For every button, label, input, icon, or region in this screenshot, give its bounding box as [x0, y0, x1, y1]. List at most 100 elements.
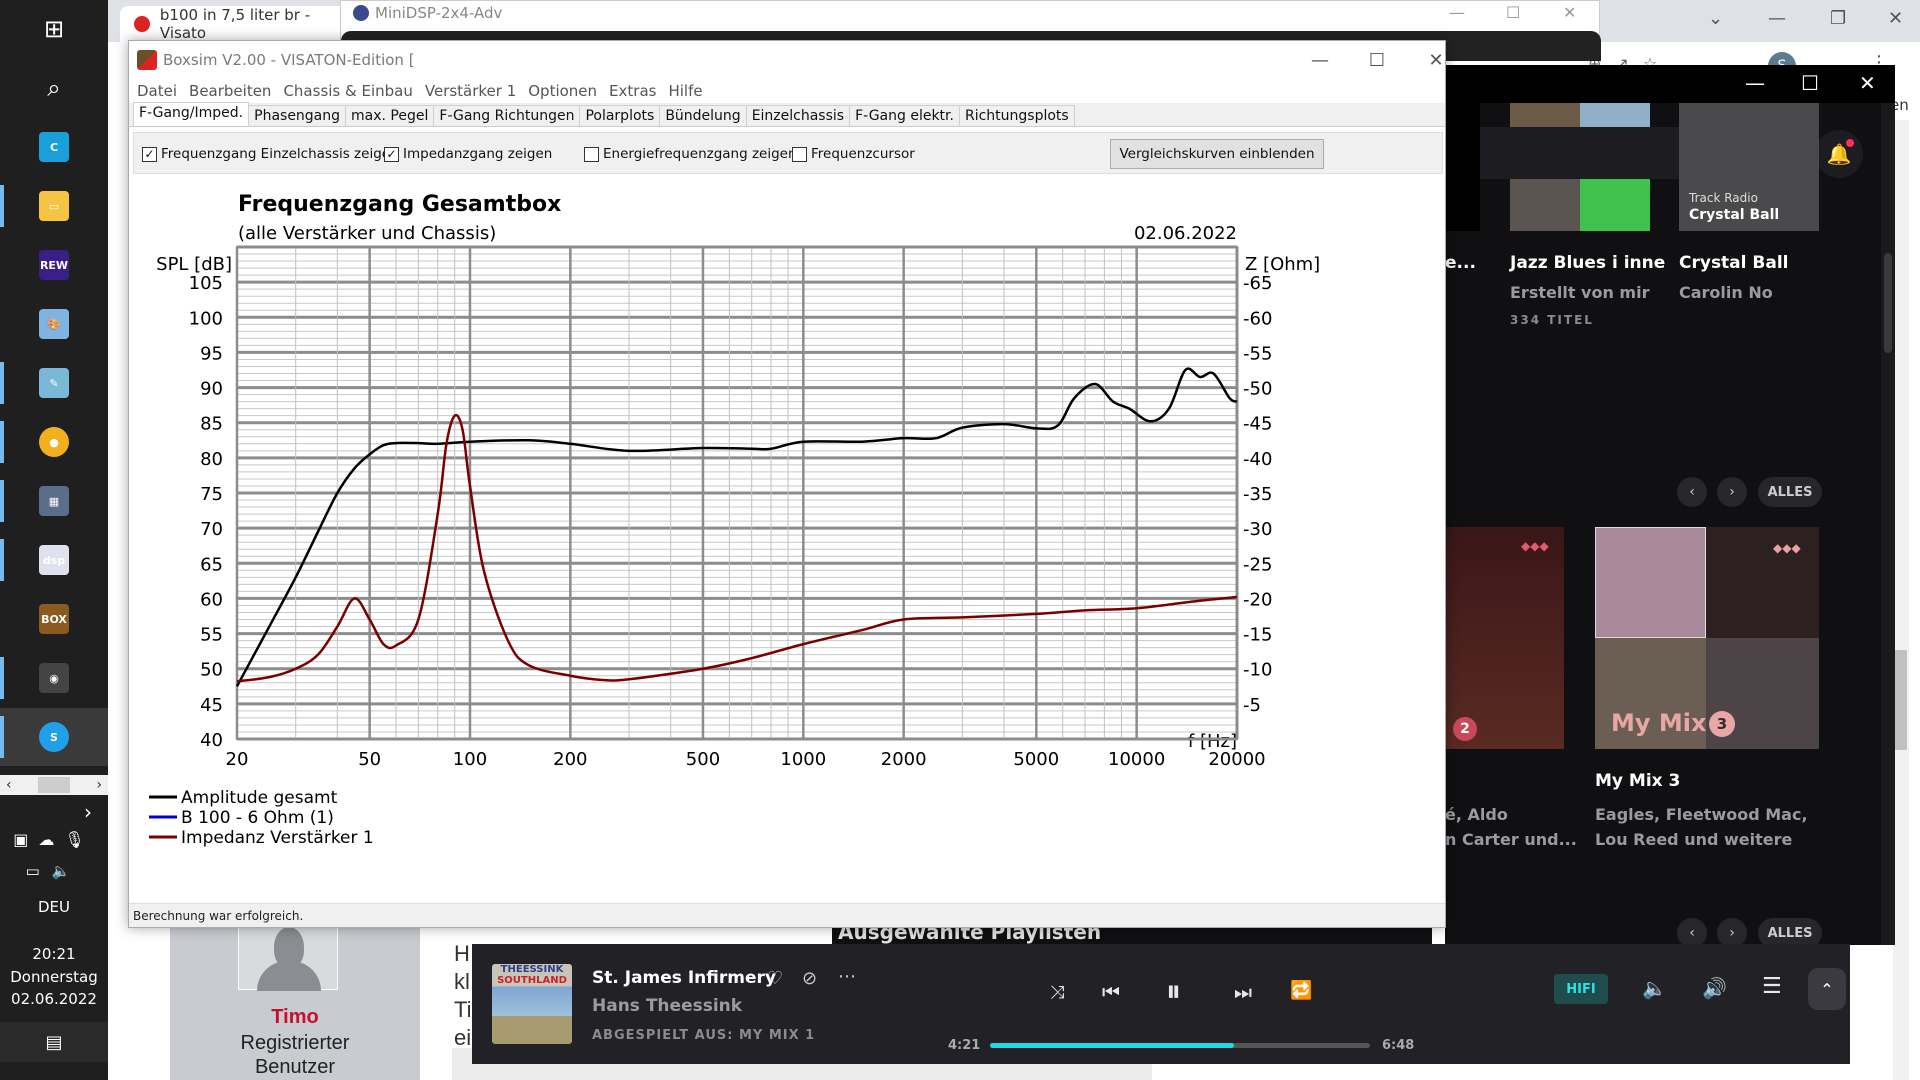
camera-icon[interactable]: ▣ — [13, 830, 38, 849]
clock-weekday[interactable]: Donnerstag — [0, 968, 108, 986]
tab-f-gang-imped-[interactable]: F-Gang/Imped. — [133, 102, 250, 126]
chrome-tab[interactable]: b100 in 7,5 liter br - Visato — [120, 6, 360, 42]
battery-icon[interactable]: ▭ — [26, 862, 52, 880]
minidsp-maximize-icon[interactable]: ☐ — [1506, 3, 1520, 22]
tab-search-icon[interactable]: ⌄ — [1708, 8, 1723, 29]
option-checkbox-0[interactable]: ✓ Frequenzgang Einzelchassis zeigen — [142, 146, 399, 162]
taskbar-app-calculator[interactable]: ▦ — [0, 472, 108, 530]
menu-chassis-einbau[interactable]: Chassis & Einbau — [283, 82, 412, 100]
card-title-my-mix-3[interactable]: My Mix 3 — [1595, 771, 1680, 791]
queue-icon[interactable]: ☰ — [1762, 974, 1782, 999]
tray-icons-row2[interactable]: ▭🔈 — [0, 862, 108, 880]
card-cover-jazz-blues-bottom[interactable] — [1510, 179, 1650, 231]
taskbar-app-chrome[interactable]: ● — [0, 413, 108, 471]
repeat-icon[interactable]: 🔁 — [1290, 980, 1312, 1001]
action-center-icon[interactable]: ▤ — [0, 1022, 108, 1062]
tab-phasengang[interactable]: Phasengang — [248, 105, 347, 126]
scroll-left-icon[interactable]: ‹ — [6, 777, 12, 793]
card-cover-jazz-blues-top[interactable] — [1510, 103, 1650, 127]
tab-richtungsplots[interactable]: Richtungsplots — [958, 105, 1075, 126]
view-all-button[interactable]: ALLES — [1758, 477, 1822, 507]
tab-max-pegel[interactable]: max. Pegel — [345, 105, 435, 126]
microphone-icon[interactable]: 🎙 — [64, 830, 94, 849]
checkbox-unchecked-icon[interactable] — [792, 146, 807, 162]
card-cover-my-mix-2[interactable]: 2 ◆◆◆ — [1445, 527, 1564, 749]
close-icon[interactable]: ✕ — [1888, 8, 1903, 29]
track-artist[interactable]: Hans Theessink — [592, 996, 742, 1016]
taskbar-app-skype[interactable]: S — [0, 708, 108, 766]
onedrive-icon[interactable]: ☁ — [38, 830, 64, 849]
favorite-heart-icon[interactable]: ♡ — [767, 968, 783, 989]
card-subtitle-crystal-ball[interactable]: Carolin No — [1679, 283, 1773, 302]
clock-time[interactable]: 20:21 — [0, 945, 108, 963]
restore-icon[interactable]: ❐ — [1830, 8, 1846, 29]
boxsim-titlebar[interactable]: Boxsim V2.00 - VISATON-Edition [ — [129, 41, 1445, 79]
minimize-icon[interactable]: — — [1768, 8, 1786, 29]
taskbar-app-start[interactable]: ⊞ — [0, 0, 108, 58]
pause-icon[interactable]: ⏸ — [1166, 974, 1181, 1009]
output-device-icon[interactable]: 🔊 — [1702, 976, 1727, 1000]
volume-icon[interactable]: 🔈 — [52, 862, 83, 880]
volume-icon[interactable]: 🔈 — [1642, 976, 1667, 1000]
tab-einzelchassis[interactable]: Einzelchassis — [745, 105, 851, 126]
taskbar-app-minidsp[interactable]: dsp — [0, 531, 108, 589]
taskbar-app-file-explorer[interactable]: ▭ — [0, 177, 108, 235]
scroll-thumb[interactable] — [38, 777, 70, 793]
tidal-titlebar[interactable]: — ☐ ✕ — [1445, 65, 1895, 103]
quality-badge[interactable]: HIFI — [1554, 974, 1608, 1004]
block-icon[interactable]: ⊘ — [802, 968, 817, 989]
notifications-bell-icon[interactable]: 🔔 — [1815, 130, 1863, 178]
option-checkbox-3[interactable]: Frequenzcursor — [792, 146, 915, 162]
progress-bar[interactable] — [990, 1043, 1370, 1048]
forum-username[interactable]: Timo — [170, 1006, 420, 1029]
tidal-scrollbar-thumb[interactable] — [1884, 253, 1892, 353]
compare-curves-button[interactable]: Vergleichskurven einblenden — [1110, 139, 1324, 169]
card-title-crystal-ball[interactable]: Crystal Ball — [1679, 253, 1789, 273]
minidsp-titlebar[interactable]: MiniDSP-2x4-Adv — [353, 4, 502, 22]
taskbar-app-paint[interactable]: 🎨 — [0, 295, 108, 353]
option-checkbox-2[interactable]: Energiefrequenzgang zeigen — [584, 146, 797, 162]
card-title-partial[interactable]: e... — [1445, 253, 1476, 273]
album-cover[interactable]: THEESSINK SOUTHLAND — [492, 964, 572, 1044]
page-scrollbar[interactable] — [1893, 120, 1909, 1080]
taskbar-app-boxsim[interactable]: ◉ — [0, 649, 108, 707]
page-scrollbar-thumb[interactable] — [1895, 650, 1907, 750]
expand-player-button[interactable]: ⌃ — [1808, 968, 1846, 1010]
taskbar-app-rew[interactable]: REW — [0, 236, 108, 294]
minidsp-minimize-icon[interactable]: — — [1449, 3, 1465, 22]
checkbox-checked-icon[interactable]: ✓ — [142, 146, 157, 162]
minidsp-close-icon[interactable]: ✕ — [1563, 3, 1576, 22]
card-title-jazz-blues[interactable]: Jazz Blues i inne — [1510, 253, 1665, 273]
checkbox-checked-icon[interactable]: ✓ — [384, 146, 399, 162]
menu-datei[interactable]: Datei — [137, 82, 177, 100]
track-title[interactable]: St. James Infirmery — [592, 968, 776, 988]
carousel-prev-button[interactable]: ‹ — [1677, 477, 1707, 507]
menu-verstärker-1[interactable]: Verstärker 1 — [425, 82, 516, 100]
tidal-maximize-icon[interactable]: ☐ — [1801, 71, 1819, 95]
boxsim-minimize-icon[interactable]: — — [1297, 47, 1343, 73]
card-cover-my-mix-3[interactable]: ◆◆◆ My Mix 3 — [1595, 527, 1819, 749]
menu-extras[interactable]: Extras — [609, 82, 656, 100]
input-language[interactable]: DEU — [0, 898, 108, 916]
taskbar-app-notepad[interactable]: ✎ — [0, 354, 108, 412]
tab-f-gang-richtungen[interactable]: F-Gang Richtungen — [433, 105, 581, 126]
boxsim-close-icon[interactable]: ✕ — [1413, 47, 1459, 73]
tidal-minimize-icon[interactable]: — — [1745, 71, 1765, 95]
tab-f-gang-elektr-[interactable]: F-Gang elektr. — [849, 105, 960, 126]
menu-optionen[interactable]: Optionen — [528, 82, 597, 100]
card-cover-partial[interactable] — [1445, 103, 1480, 231]
option-checkbox-1[interactable]: ✓ Impedanzgang zeigen — [384, 146, 552, 162]
shuffle-icon[interactable]: ⤨ — [1050, 982, 1064, 1003]
clock-date[interactable]: 02.06.2022 — [0, 990, 108, 1008]
more-options-icon[interactable]: ⋯ — [838, 966, 856, 987]
checkbox-unchecked-icon[interactable] — [584, 146, 599, 162]
tray-scrollbar[interactable]: ‹ › — [0, 775, 108, 795]
menu-hilfe[interactable]: Hilfe — [668, 82, 702, 100]
taskbar-app-ccleaner[interactable]: C — [0, 118, 108, 176]
tray-icons-row1[interactable]: ▣☁🎙 — [0, 830, 108, 849]
playing-from[interactable]: ABGESPIELT AUS: MY MIX 1 — [592, 1028, 815, 1043]
card-cover-crystal-ball[interactable]: Track Radio Crystal Ball — [1679, 103, 1819, 231]
avatar[interactable] — [238, 920, 338, 991]
boxsim-maximize-icon[interactable]: ☐ — [1354, 47, 1400, 73]
tidal-scrollbar[interactable] — [1881, 103, 1895, 945]
